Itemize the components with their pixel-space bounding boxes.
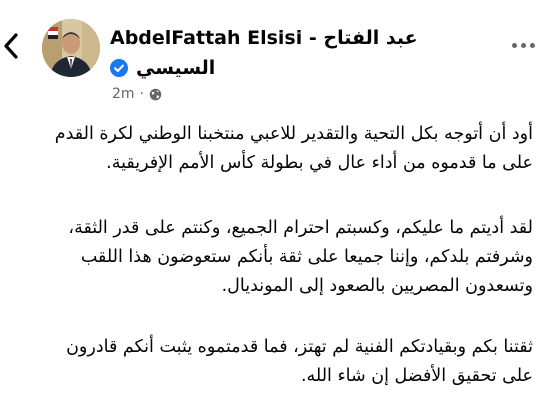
post-text: أود أن أتوجه بكل التحية والتقدير للاعبي … bbox=[0, 120, 540, 400]
post-text-line: وتسعدون المصريين بالصعود إلى المونديال. bbox=[221, 276, 533, 296]
author-name-arabic[interactable]: السيسي bbox=[136, 54, 215, 82]
verified-badge-icon bbox=[110, 59, 128, 77]
post-meta: 2m · bbox=[112, 84, 162, 104]
post-text-line: على تحقيق الأفضل إن شاء الله. bbox=[300, 366, 533, 386]
post-text-line: ثقتنا بكم وبقيادتكم الفنية لم تهتز، فما … bbox=[66, 337, 533, 357]
post-text-line: على ما قدموه من أداء عال في بطولة كأس ال… bbox=[106, 153, 533, 173]
post-time[interactable]: 2m bbox=[112, 86, 135, 102]
author-name[interactable]: AbdelFattah Elsisi - عبد الفتاح bbox=[110, 24, 430, 52]
more-dot bbox=[521, 42, 526, 48]
profile-photo bbox=[42, 19, 100, 77]
more-dot bbox=[512, 42, 517, 48]
author-name-continued: السيسي bbox=[110, 54, 220, 82]
avatar[interactable] bbox=[42, 19, 100, 77]
post-paragraph: أود أن أتوجه بكل التحية والتقدير للاعبي … bbox=[55, 120, 533, 178]
post-paragraph: لقد أديتم ما عليكم، وكسبتم احترام الجميع… bbox=[68, 214, 533, 301]
post-text-line: وشرفتم بلدكم، وإننا جميعا على ثقة بأنكم … bbox=[80, 247, 533, 267]
post-text-line: أود أن أتوجه بكل التحية والتقدير للاعبي … bbox=[54, 124, 533, 144]
facebook-post-view: AbdelFattah Elsisi - عبد الفتاح السيسي 2… bbox=[0, 0, 540, 400]
chevron-left-icon bbox=[4, 33, 18, 59]
globe-icon bbox=[149, 88, 162, 100]
meta-separator: · bbox=[139, 86, 144, 102]
post-text-line: لقد أديتم ما عليكم، وكسبتم احترام الجميع… bbox=[68, 218, 533, 238]
more-options-button[interactable] bbox=[512, 36, 540, 54]
post-paragraph: ثقتنا بكم وبقيادتكم الفنية لم تهتز، فما … bbox=[66, 333, 533, 391]
more-dot bbox=[530, 42, 535, 48]
back-button[interactable] bbox=[0, 30, 22, 62]
